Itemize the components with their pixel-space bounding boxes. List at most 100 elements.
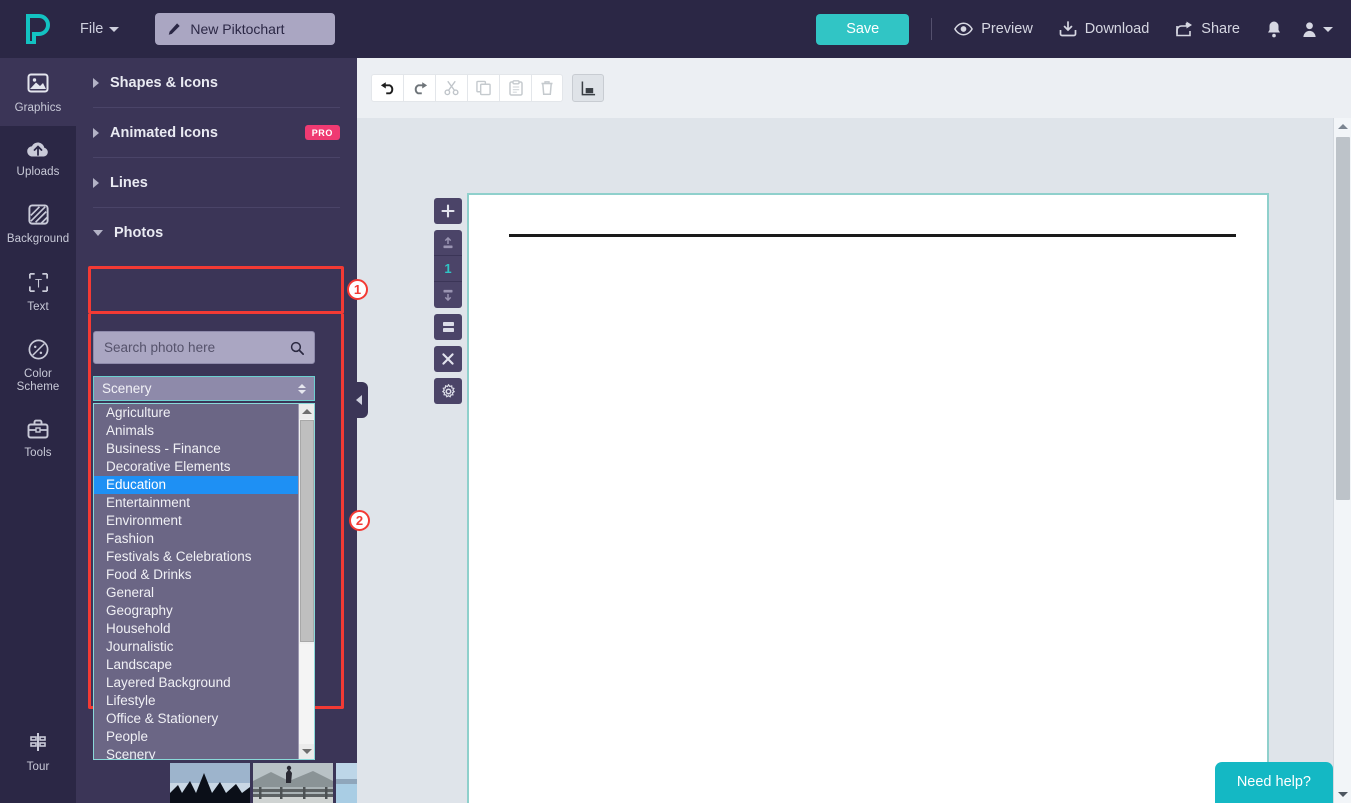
search-photo-field[interactable] xyxy=(93,331,315,364)
category-option[interactable]: Fashion xyxy=(94,530,298,548)
delete-button[interactable] xyxy=(531,74,563,102)
scroll-down-button[interactable] xyxy=(299,744,314,759)
close-x-icon xyxy=(442,353,454,365)
category-option[interactable]: Geography xyxy=(94,602,298,620)
category-option[interactable]: Entertainment xyxy=(94,494,298,512)
category-option[interactable]: Scenery xyxy=(94,746,298,759)
category-option[interactable]: Journalistic xyxy=(94,638,298,656)
category-option[interactable]: Office & Stationery xyxy=(94,710,298,728)
account-menu[interactable] xyxy=(1302,21,1333,38)
download-icon xyxy=(1059,21,1077,37)
paste-button[interactable] xyxy=(499,74,531,102)
category-option[interactable]: Festivals & Celebrations xyxy=(94,548,298,566)
sidebar-label-uploads: Uploads xyxy=(16,166,60,179)
trash-icon xyxy=(541,81,553,96)
app-logo[interactable] xyxy=(0,14,76,44)
triangle-left-icon xyxy=(355,395,362,405)
category-option[interactable]: Animals xyxy=(94,422,298,440)
canvas-scroll-up-button[interactable] xyxy=(1334,118,1351,135)
category-option[interactable]: General xyxy=(94,584,298,602)
remove-block-button[interactable] xyxy=(434,346,462,372)
photo-thumbnail-pier-runner[interactable] xyxy=(253,763,333,803)
notifications-button[interactable] xyxy=(1266,20,1282,38)
photo-category-dropdown-list[interactable]: Agriculture Animals Business - Finance Deco… xyxy=(93,403,315,760)
collapse-panel-handle[interactable] xyxy=(349,382,368,418)
chevron-down-icon xyxy=(1323,26,1333,32)
category-option[interactable]: Lifestyle xyxy=(94,692,298,710)
undo-button[interactable] xyxy=(371,74,403,102)
category-option[interactable]: Household xyxy=(94,620,298,638)
canvas-area[interactable]: 1 xyxy=(357,118,1351,803)
panel-section-animated-icons[interactable]: Animated Icons PRO xyxy=(93,108,340,158)
copy-button[interactable] xyxy=(467,74,499,102)
category-option[interactable]: Layered Background xyxy=(94,674,298,692)
piktochart-editor: File New Piktochart Save Preview Downloa… xyxy=(0,0,1351,803)
duplicate-block-button[interactable] xyxy=(434,314,462,340)
sidebar-item-tools[interactable]: Tools xyxy=(0,405,76,471)
photo-thumbnail-lake-shore[interactable] xyxy=(336,763,357,803)
image-icon xyxy=(27,73,49,93)
search-input[interactable] xyxy=(104,340,290,355)
workspace: 1 xyxy=(357,58,1351,803)
photo-category-select[interactable]: Scenery xyxy=(93,376,315,401)
category-option[interactable]: Landscape xyxy=(94,656,298,674)
lake-shore-photo xyxy=(336,763,357,803)
sidebar-item-uploads[interactable]: Uploads xyxy=(0,126,76,190)
preview-button[interactable]: Preview xyxy=(954,21,1033,37)
add-block-button[interactable] xyxy=(434,198,462,224)
triangle-right-icon xyxy=(93,127,99,138)
dropdown-scrollbar[interactable] xyxy=(298,404,314,759)
category-option[interactable]: Agriculture xyxy=(94,404,298,422)
category-option[interactable]: Decorative Elements xyxy=(94,458,298,476)
gear-icon xyxy=(441,383,455,398)
share-button[interactable]: Share xyxy=(1175,21,1240,37)
block-settings-button[interactable] xyxy=(434,378,462,404)
move-block-down-button[interactable] xyxy=(434,282,462,308)
search-icon[interactable] xyxy=(290,341,304,355)
category-option[interactable]: Environment xyxy=(94,512,298,530)
sidebar-item-text[interactable]: T Text xyxy=(0,258,76,325)
plus-icon xyxy=(441,204,455,218)
horizontal-rule-element[interactable] xyxy=(509,234,1236,237)
scrollbar-track[interactable] xyxy=(299,644,314,744)
category-option[interactable]: Business - Finance xyxy=(94,440,298,458)
category-option[interactable]: Food & Drinks xyxy=(94,566,298,584)
redo-button[interactable] xyxy=(403,74,435,102)
palette-icon xyxy=(28,339,48,360)
sidebar-item-color-scheme[interactable]: Color Scheme xyxy=(0,325,76,405)
scrollbar-thumb[interactable] xyxy=(300,420,314,642)
panel-section-lines[interactable]: Lines xyxy=(93,158,340,208)
panel-section-label: Lines xyxy=(110,174,148,191)
triangle-down-icon xyxy=(93,230,103,236)
updown-arrows-icon xyxy=(298,383,306,394)
triangle-right-icon xyxy=(93,77,99,88)
move-block-up-button[interactable] xyxy=(434,230,462,256)
infographic-page[interactable] xyxy=(467,193,1269,803)
file-menu[interactable]: File xyxy=(80,21,120,37)
canvas-scrollbar[interactable] xyxy=(1333,118,1351,803)
need-help-button[interactable]: Need help? xyxy=(1214,762,1333,803)
arrow-up-bar-icon xyxy=(443,236,453,248)
photo-thumbnail-row xyxy=(170,763,357,803)
position-button[interactable] xyxy=(572,74,604,102)
category-option[interactable]: People xyxy=(94,728,298,746)
photo-thumbnail-temple-silhouette[interactable] xyxy=(170,763,250,803)
sidebar-item-graphics[interactable]: Graphics xyxy=(0,58,76,127)
block-tool-strip: 1 xyxy=(434,198,462,404)
sidebar-item-tour[interactable]: Tour xyxy=(0,717,76,785)
canvas-scrollbar-thumb[interactable] xyxy=(1336,137,1350,500)
sidebar-item-background[interactable]: Background xyxy=(0,190,76,257)
document-title-field[interactable]: New Piktochart xyxy=(155,13,336,45)
panel-section-label: Shapes & Icons xyxy=(110,74,218,91)
triangle-right-icon xyxy=(93,177,99,188)
category-option[interactable]: Education xyxy=(94,476,298,494)
canvas-scroll-down-button[interactable] xyxy=(1334,786,1351,803)
scroll-up-button[interactable] xyxy=(299,404,314,419)
cut-button[interactable] xyxy=(435,74,467,102)
panel-section-photos[interactable]: Photos xyxy=(93,208,340,258)
save-button[interactable]: Save xyxy=(816,13,910,45)
pro-badge: PRO xyxy=(304,125,340,140)
download-button[interactable]: Download xyxy=(1059,21,1149,37)
panel-section-shapes-icons[interactable]: Shapes & Icons xyxy=(93,58,340,108)
block-number: 1 xyxy=(434,256,462,282)
